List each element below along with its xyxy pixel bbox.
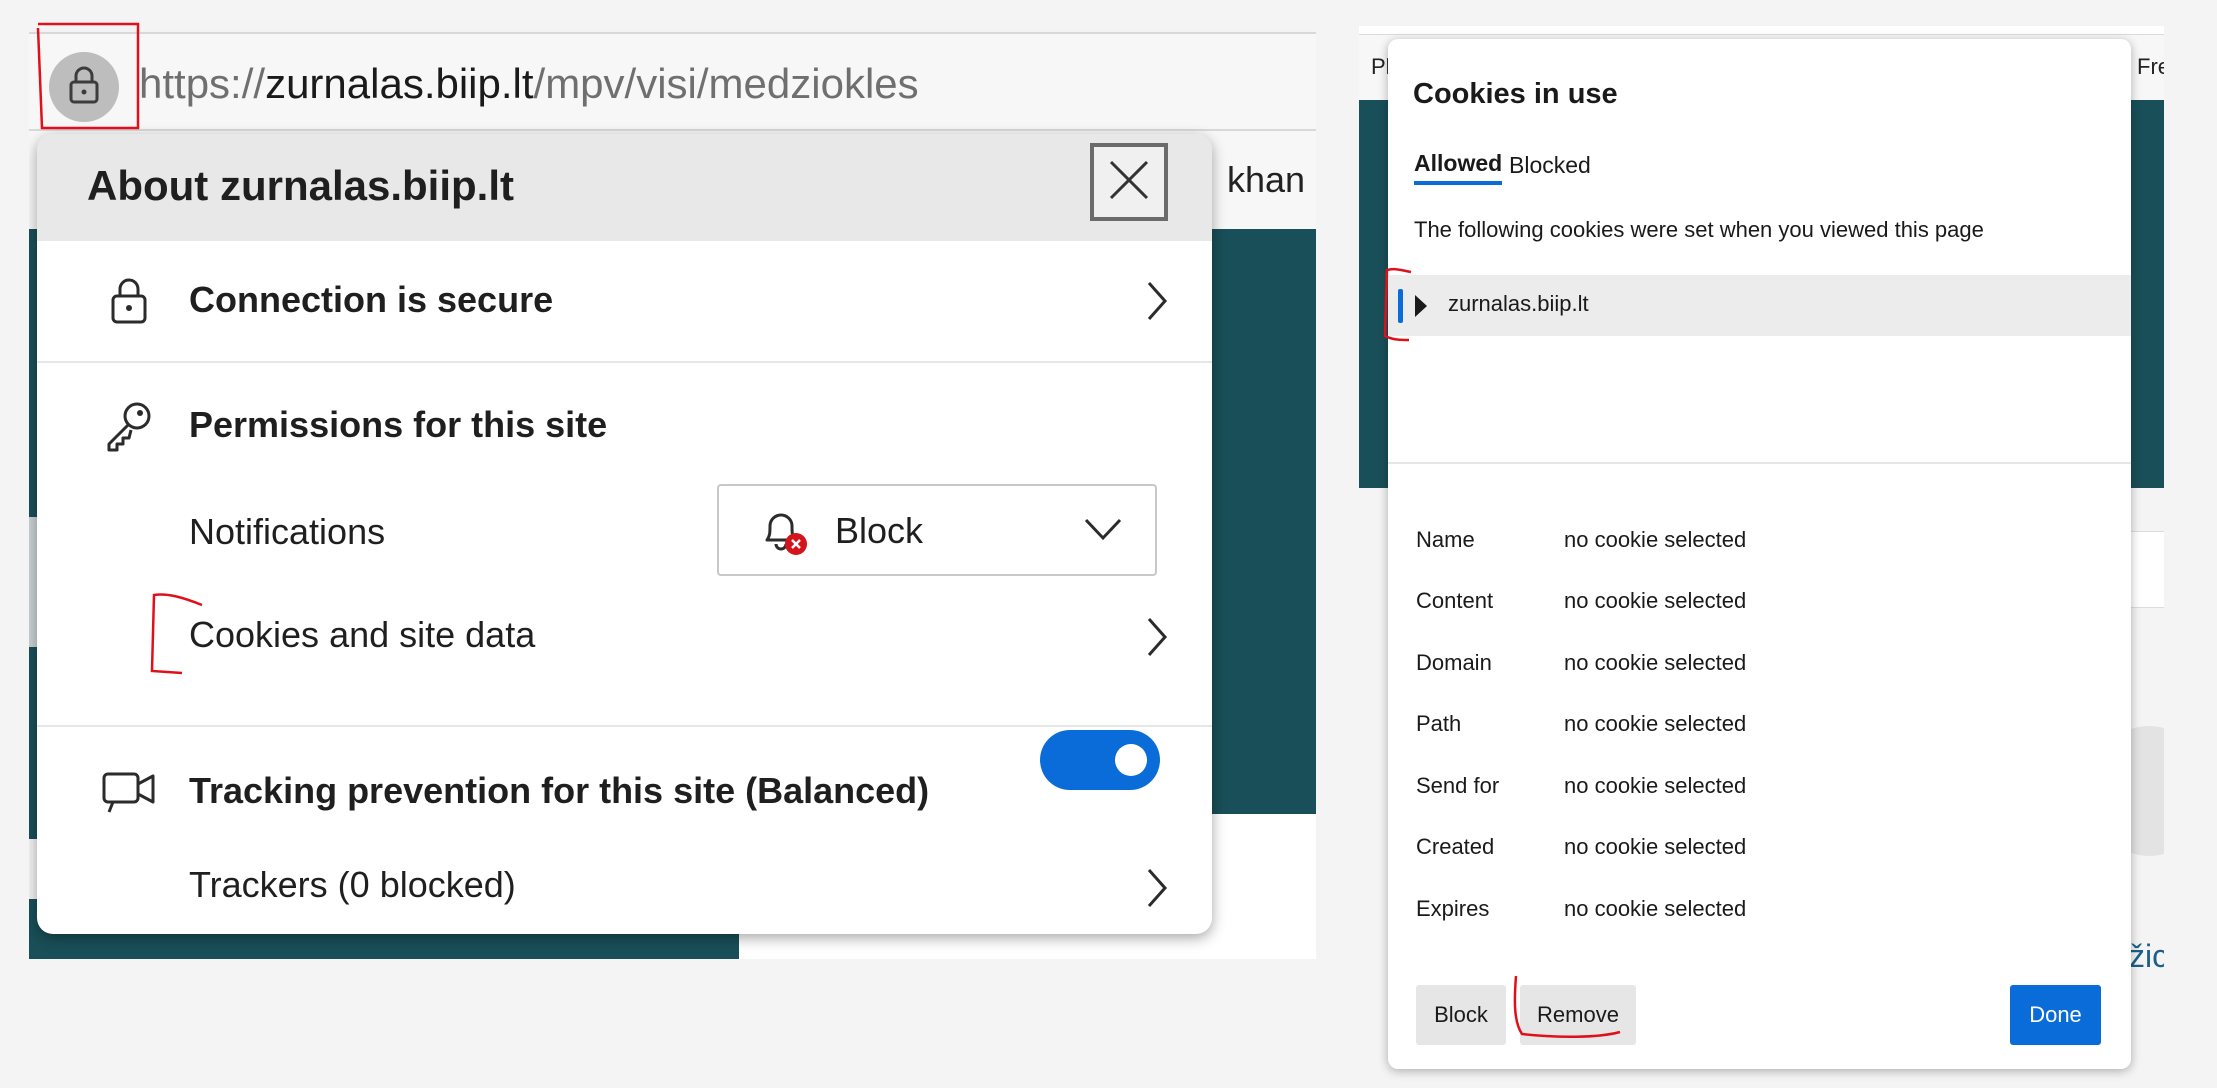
divider <box>37 361 1212 363</box>
lock-icon <box>99 271 159 331</box>
detail-label-send-for: Send for <box>1416 773 1500 798</box>
background-text: žic <box>2129 938 2164 974</box>
detail-label-expires: Expires <box>1416 896 1490 921</box>
notifications-value: Block <box>835 510 924 551</box>
permissions-label: Permissions for this site <box>189 404 608 445</box>
divider <box>1388 462 2131 464</box>
detail-label-content: Content <box>1416 588 1494 613</box>
chevron-right-icon <box>1137 271 1177 331</box>
url-text[interactable]: https://zurnalas.biip.lt/mpv/visi/medzio… <box>139 56 919 112</box>
tracking-camera-icon <box>99 761 159 821</box>
address-bar[interactable]: https://zurnalas.biip.lt/mpv/visi/medzio… <box>29 32 1316 131</box>
notifications-label: Notifications <box>189 511 386 552</box>
dialog-title: Cookies in use <box>1413 78 1618 110</box>
chevron-right-icon <box>1137 858 1177 918</box>
detail-value-name: no cookie selected <box>1564 527 1747 552</box>
chevron-right-icon <box>1137 607 1177 667</box>
selection-indicator <box>1398 289 1403 323</box>
url-scheme: https:// <box>139 60 266 107</box>
toggle-knob <box>1115 744 1147 776</box>
detail-label-path: Path <box>1416 711 1462 736</box>
connection-label: Connection is secure <box>189 279 554 320</box>
key-icon <box>99 396 159 456</box>
right-screenshot: Pl Fre žic Cookies in use Allowed Blocke… <box>1359 26 2164 1082</box>
cookies-label: Cookies and site data <box>189 614 536 655</box>
trackers-row[interactable]: Trackers (0 blocked) <box>167 834 1212 929</box>
cookie-site-label: zurnalas.biip.lt <box>1448 291 1589 316</box>
trackers-label: Trackers (0 blocked) <box>189 864 516 905</box>
expand-triangle-icon[interactable] <box>1415 295 1427 317</box>
chevron-down-icon <box>1083 516 1123 547</box>
cookies-row[interactable]: Cookies and site data <box>167 579 1212 674</box>
detail-label-name: Name <box>1416 527 1475 552</box>
page-top-line <box>1359 26 2164 35</box>
dialog-description: The following cookies were set when you … <box>1414 217 1984 242</box>
close-icon <box>1107 158 1151 207</box>
block-button[interactable]: Block <box>1416 985 1506 1045</box>
close-button[interactable] <box>1090 143 1168 221</box>
url-path: /mpv/visi/medziokles <box>533 60 919 107</box>
site-info-button[interactable] <box>49 52 119 122</box>
site-info-title: About zurnalas.biip.lt <box>87 162 514 209</box>
detail-value-content: no cookie selected <box>1564 588 1747 613</box>
remove-button[interactable]: Remove <box>1520 985 1636 1045</box>
tracking-label: Tracking prevention for this site (Balan… <box>189 770 930 811</box>
notifications-dropdown[interactable]: Block <box>717 484 1157 576</box>
detail-label-domain: Domain <box>1416 650 1492 675</box>
connection-row[interactable]: Connection is secure <box>37 241 1212 361</box>
lock-icon <box>67 65 101 110</box>
site-info-panel: About zurnalas.biip.lt Connection is sec… <box>37 134 1212 934</box>
page-edge-strip <box>29 517 37 647</box>
detail-value-send-for: no cookie selected <box>1564 773 1747 798</box>
tracking-toggle[interactable] <box>1040 730 1160 790</box>
detail-value-path: no cookie selected <box>1564 711 1747 736</box>
tab-allowed[interactable]: Allowed <box>1414 150 1503 185</box>
tab-blocked[interactable]: Blocked <box>1509 152 1591 179</box>
detail-value-domain: no cookie selected <box>1564 650 1747 675</box>
left-screenshot: khan https://zurnalas.biip.lt/mpv/visi/m… <box>29 29 1316 959</box>
divider <box>37 725 1212 727</box>
detail-value-expires: no cookie selected <box>1564 896 1747 921</box>
detail-label-created: Created <box>1416 834 1495 859</box>
cookies-dialog: Cookies in use Allowed Blocked The follo… <box>1388 39 2131 1069</box>
background-text: Fre <box>2137 54 2164 79</box>
cookie-site-row[interactable]: zurnalas.biip.lt <box>1388 275 2131 336</box>
bell-blocked-icon <box>757 504 811 563</box>
detail-value-created: no cookie selected <box>1564 834 1747 859</box>
site-info-header: About zurnalas.biip.lt <box>37 134 1212 241</box>
url-host: zurnalas.biip.lt <box>265 60 534 107</box>
background-text: khan <box>1227 159 1306 200</box>
done-button[interactable]: Done <box>2010 985 2101 1045</box>
